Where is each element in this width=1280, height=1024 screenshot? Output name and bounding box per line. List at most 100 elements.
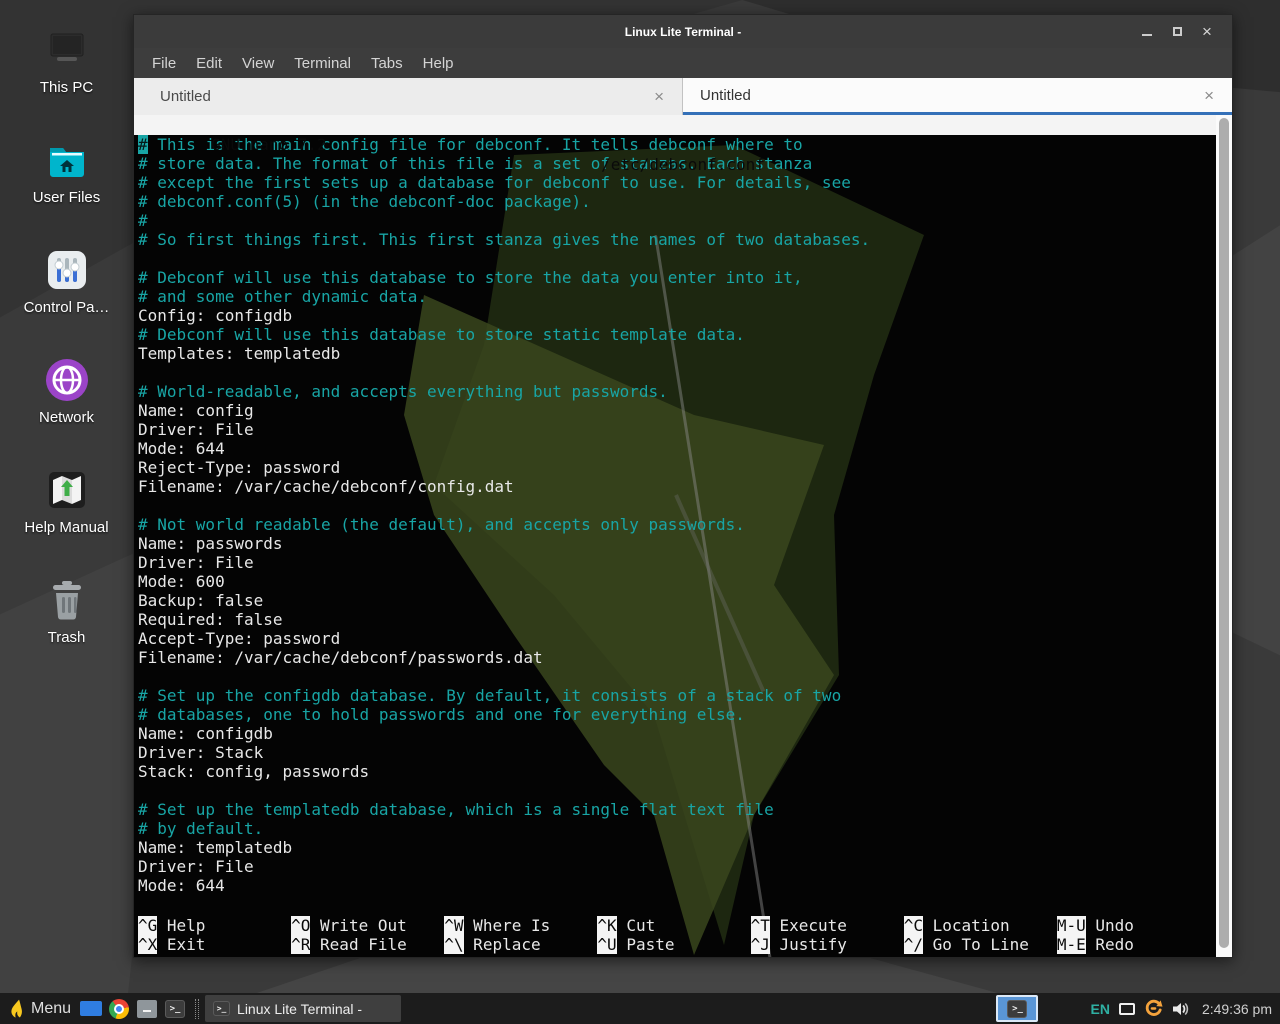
nano-line [138, 496, 1232, 515]
nano-line: # Set up the configdb database. By defau… [138, 686, 1232, 705]
shortcut-key: ^U [597, 935, 616, 954]
nano-line [138, 249, 1232, 268]
desktop-icon-network[interactable]: Network [0, 356, 133, 466]
shortcut-entry: ^U Paste [597, 935, 750, 954]
scrollbar-thumb[interactable] [1219, 118, 1229, 948]
workspace-launcher[interactable] [77, 995, 105, 1022]
scrollbar-track[interactable] [1216, 115, 1232, 957]
menu-terminal[interactable]: Terminal [284, 52, 361, 75]
menu-help[interactable]: Help [413, 52, 464, 75]
shortcut-entry: ^O Write Out [291, 916, 444, 935]
nano-line: Driver: File [138, 420, 1232, 439]
shortcut-column: ^O Write Out^R Read File [291, 916, 444, 954]
shortcut-column: ^W Where Is^\ Replace [444, 916, 597, 954]
shortcut-key: ^R [291, 935, 310, 954]
nano-line: Name: configdb [138, 724, 1232, 743]
terminal-launcher[interactable]: >_ [161, 995, 189, 1022]
folder-home-icon [43, 136, 91, 184]
system-tray: EN 2:49:36 pm [1090, 999, 1272, 1018]
menu-button[interactable]: Menu [6, 996, 77, 1022]
chrome-icon [109, 999, 129, 1019]
terminal-icon: >_ [165, 1000, 185, 1018]
shortcut-entry: ^W Where Is [444, 916, 597, 935]
desktop-icon-user-files[interactable]: User Files [0, 136, 133, 246]
minimize-button[interactable] [1132, 20, 1162, 44]
close-button[interactable]: × [1192, 20, 1222, 44]
desktop-icon-list: This PC User Files [0, 26, 133, 686]
terminal-icon: >_ [213, 1001, 230, 1016]
tab-close-icon[interactable]: × [1204, 87, 1214, 104]
tab-untitled-2-active[interactable]: Untitled × [683, 78, 1232, 115]
tab-close-icon[interactable]: × [654, 88, 664, 105]
desktop-icon-trash[interactable]: Trash [0, 576, 133, 686]
nano-line: Driver: File [138, 857, 1232, 876]
nano-line: Mode: 644 [138, 439, 1232, 458]
nano-line: # World-readable, and accepts everything… [138, 382, 1232, 401]
shortcut-key: ^/ [904, 935, 923, 954]
menu-view[interactable]: View [232, 52, 284, 75]
nano-line: Mode: 644 [138, 876, 1232, 895]
shortcut-entry: M-U Undo [1057, 916, 1210, 935]
taskbar-window-button[interactable]: >_ Linux Lite Terminal - [205, 995, 401, 1022]
shortcut-entry: ^G Help [138, 916, 291, 935]
nano-line: # Set up the templatedb database, which … [138, 800, 1232, 819]
nano-line: # and some other dynamic data. [138, 287, 1232, 306]
menu-edit[interactable]: Edit [186, 52, 232, 75]
shortcut-entry: ^C Location [904, 916, 1057, 935]
focused-app-indicator[interactable]: >_ [996, 995, 1038, 1022]
shortcut-key: ^J [751, 935, 770, 954]
shortcut-entry: ^\ Replace [444, 935, 597, 954]
desktop-icon-control-panel[interactable]: Control Pa… [0, 246, 133, 356]
nano-line: Name: config [138, 401, 1232, 420]
nano-line: # Debconf will use this database to stor… [138, 325, 1232, 344]
clock[interactable]: 2:49:36 pm [1202, 1001, 1272, 1017]
shortcut-entry: ^K Cut [597, 916, 750, 935]
shortcut-column: ^K Cut^U Paste [597, 916, 750, 954]
file-manager-icon [137, 1000, 157, 1018]
keyboard-layout-indicator[interactable]: EN [1090, 1001, 1109, 1017]
terminal-content[interactable]: GNU nano 7.2 /etc/debconf.conf # This is… [134, 115, 1232, 957]
nano-line [138, 667, 1232, 686]
nano-line: # Debconf will use this database to stor… [138, 268, 1232, 287]
shortcut-column: ^G Help^X Exit [138, 916, 291, 954]
display-tray-icon[interactable] [1119, 1003, 1135, 1015]
shortcut-column: M-U UndoM-E Redo [1057, 916, 1210, 954]
tab-title: Untitled [134, 88, 211, 105]
nano-line: Mode: 600 [138, 572, 1232, 591]
menu-file[interactable]: File [142, 52, 186, 75]
nano-version: GNU nano 7.2 [192, 135, 327, 154]
maximize-icon [1173, 27, 1182, 36]
nano-line: Reject-Type: password [138, 458, 1232, 477]
shortcut-key: M-E [1057, 935, 1086, 954]
maximize-button[interactable] [1162, 20, 1192, 44]
network-globe-icon [43, 356, 91, 404]
desktop-icon-label: Control Pa… [24, 299, 110, 316]
help-manual-icon [43, 466, 91, 514]
nano-titlebar: GNU nano 7.2 /etc/debconf.conf [134, 115, 1232, 135]
shortcut-key: ^T [751, 916, 770, 935]
tab-untitled-1[interactable]: Untitled × [134, 78, 683, 115]
nano-line: # except the first sets up a database fo… [138, 173, 1232, 192]
update-notifier-icon[interactable] [1144, 999, 1163, 1018]
shortcut-key: ^C [904, 916, 923, 935]
desktop-icon-help-manual[interactable]: Help Manual [0, 466, 133, 576]
nano-line: Driver: File [138, 553, 1232, 572]
window-titlebar[interactable]: Linux Lite Terminal - × [134, 15, 1232, 48]
desktop-icon-label: User Files [33, 189, 101, 206]
shortcut-key: ^W [444, 916, 463, 935]
desktop-icon-this-pc[interactable]: This PC [0, 26, 133, 136]
computer-icon [43, 26, 91, 74]
volume-icon[interactable] [1172, 1001, 1189, 1017]
panel-separator-handle[interactable] [195, 999, 199, 1019]
nano-line: # Not world readable (the default), and … [138, 515, 1232, 534]
nano-line [138, 363, 1232, 382]
nano-line: Backup: false [138, 591, 1232, 610]
nano-file-path: /etc/debconf.conf [134, 155, 1232, 175]
chrome-launcher[interactable] [105, 995, 133, 1022]
menu-tabs[interactable]: Tabs [361, 52, 413, 75]
nano-line: # [138, 211, 1232, 230]
nano-line: Templates: templatedb [138, 344, 1232, 363]
file-manager-launcher[interactable] [133, 995, 161, 1022]
desktop-icon-label: Trash [48, 629, 86, 646]
taskbar-window-label: Linux Lite Terminal - [237, 1001, 362, 1017]
